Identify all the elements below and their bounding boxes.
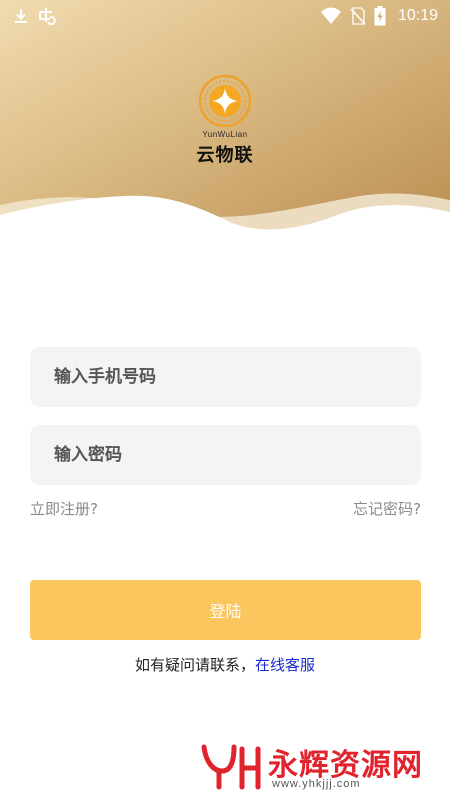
- brand-latin: YunWuLian: [202, 130, 248, 139]
- no-sim-icon: [350, 7, 366, 25]
- phone-field[interactable]: [30, 347, 421, 407]
- watermark-logo-icon: [201, 744, 261, 790]
- bug-icon: [38, 6, 60, 26]
- battery-charging-icon: [374, 6, 386, 26]
- online-support-link[interactable]: 在线客服: [255, 656, 315, 674]
- watermark-url: www.yhkjjj.com: [272, 778, 361, 790]
- password-input[interactable]: [54, 445, 421, 465]
- login-screen: 10:19 YunWuLian 云物联 立即注册? 忘记密码? 登陆 如有疑问请…: [0, 0, 450, 800]
- clock: 10:19: [397, 7, 438, 24]
- login-button[interactable]: 登陆: [30, 580, 421, 640]
- download-icon: [12, 7, 30, 25]
- contact-prefix: 如有疑问请联系，: [134, 656, 255, 674]
- coin-logo-icon: [198, 74, 252, 128]
- brand-name: 云物联: [196, 145, 254, 166]
- wifi-icon: [320, 7, 342, 25]
- password-field[interactable]: [30, 425, 421, 485]
- contact-line: 如有疑问请联系，在线客服: [0, 654, 450, 675]
- app-logo: YunWuLian 云物联: [187, 74, 263, 170]
- auth-links: 立即注册? 忘记密码?: [30, 498, 421, 519]
- register-link[interactable]: 立即注册?: [30, 498, 98, 519]
- phone-input[interactable]: [54, 367, 421, 387]
- forgot-password-link[interactable]: 忘记密码?: [353, 498, 421, 519]
- status-bar: 10:19: [0, 0, 450, 32]
